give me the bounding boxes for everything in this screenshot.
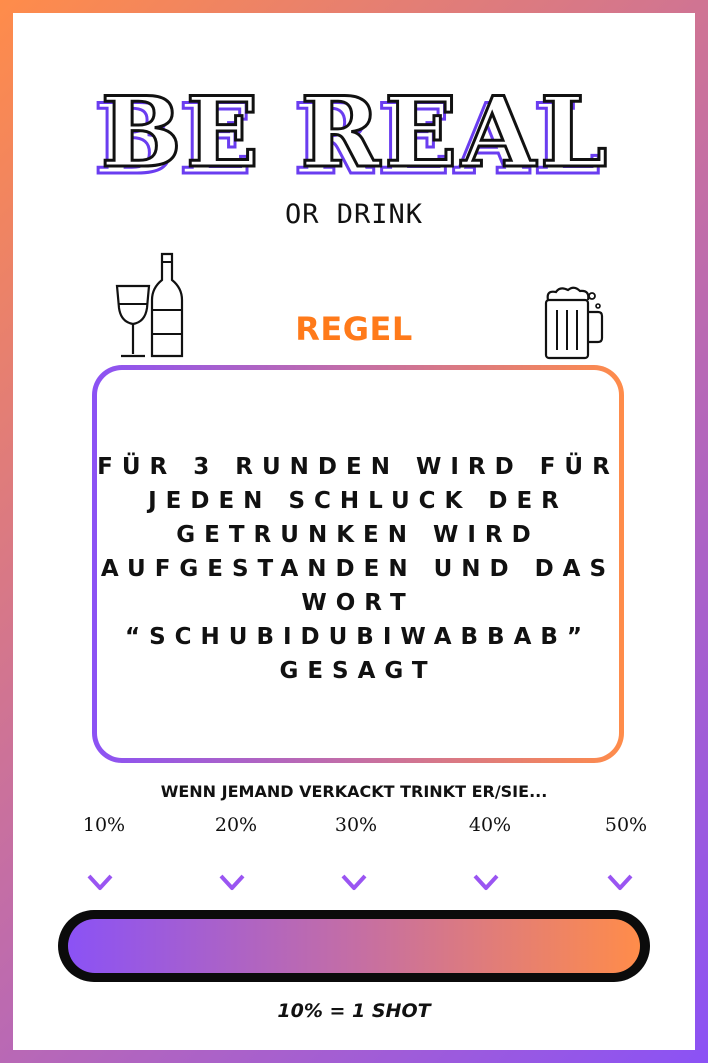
arrow-down-icon: [607, 850, 633, 890]
title: BE REAL BE REAL: [0, 80, 708, 190]
percent-label-50: 50%: [604, 814, 648, 836]
percent-label-40: 40%: [468, 814, 512, 836]
rule-line: Für 3 Runden wird für: [97, 454, 619, 480]
rule-line: aufgestanden und das: [100, 556, 616, 582]
arrow-down-icon: [473, 850, 499, 890]
percent-label-10: 10%: [82, 814, 126, 836]
title-text: BE REAL: [101, 80, 612, 189]
arrow-down-icon: [87, 850, 113, 890]
arrow-down-icon: [219, 850, 245, 890]
arrow-down-icon: [341, 850, 367, 890]
title-graphic: BE REAL BE REAL: [92, 80, 612, 190]
rule-line: getrunken wird: [176, 522, 540, 548]
rule-line: Wort: [301, 590, 415, 616]
rule-line: “Schubidubiwabbab”: [124, 624, 592, 650]
penalty-question: WENN JEMAND VERKACKT TRINKT ER/SIE...: [160, 782, 548, 801]
rule-line: jeden Schluck der: [148, 488, 568, 514]
percent-label-20: 20%: [214, 814, 258, 836]
subtitle: OR DRINK: [284, 199, 424, 230]
rule-text: Für 3 Runden wird für jeden Schluck der …: [97, 450, 619, 688]
drink-progress-bar: [58, 910, 650, 982]
rule-heading: REGEL: [295, 310, 413, 348]
shot-legend: 10% = 1 SHOT: [277, 1000, 431, 1022]
rule-line: gesagt: [279, 658, 437, 684]
rule-card-inner: Für 3 Runden wird für jeden Schluck der …: [97, 370, 619, 758]
percent-label-30: 30%: [334, 814, 378, 836]
rule-card: Für 3 Runden wird für jeden Schluck der …: [92, 365, 624, 763]
drink-progress-fill: [68, 919, 640, 973]
